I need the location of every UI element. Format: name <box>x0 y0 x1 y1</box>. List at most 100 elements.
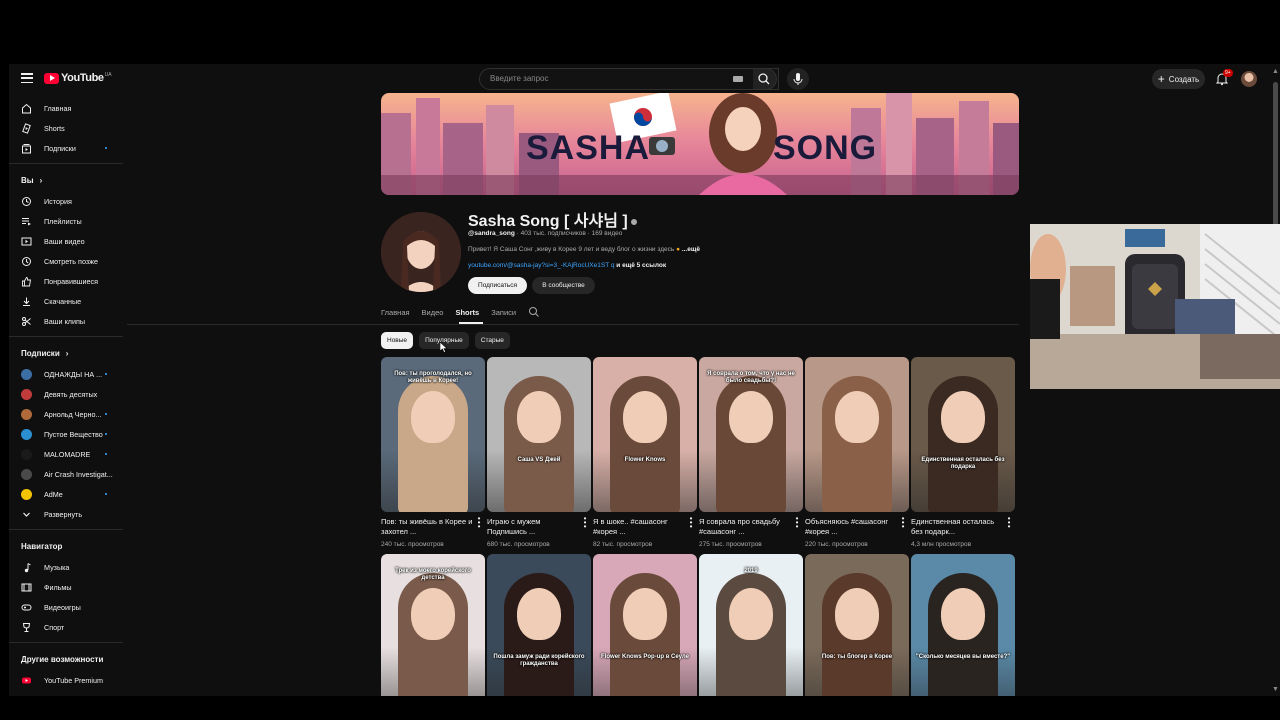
tab-3[interactable]: Записи <box>491 304 516 322</box>
short-card[interactable]: Единственная осталась без подарка Единств… <box>911 357 1015 548</box>
sidebar-item-you-5[interactable]: Скачанные <box>9 291 127 311</box>
tabs-divider <box>127 324 1019 325</box>
menu-icon[interactable] <box>21 73 33 84</box>
sidebar-item-label: Ваши видео <box>44 236 85 246</box>
short-thumbnail[interactable]: Я соврала о том, что у нас не было свадь… <box>699 357 803 512</box>
short-card[interactable]: Flower Knows Pop-up в Сеуле <box>593 554 697 696</box>
more-from-youtube-heading: Другие возможности <box>21 654 104 664</box>
channel-description[interactable]: Привет! Я Саша Сонг ,живу в Корее 9 лет … <box>468 246 700 253</box>
short-card[interactable]: Flower Knows Я в шоке.. #сашасонг #корея … <box>593 357 697 548</box>
sidebar-item-you-3[interactable]: Смотреть позже <box>9 251 127 271</box>
sidebar-item-you-0[interactable]: История <box>9 191 127 211</box>
short-title[interactable]: Я в шоке.. #сашасонг #корея ... <box>593 517 685 537</box>
short-card[interactable]: "Сколько месяцев вы вместе?" <box>911 554 1015 696</box>
more-options-icon[interactable]: • • • <box>1006 515 1012 531</box>
short-thumbnail[interactable]: Пов: ты проголодался, но живёшь в Корее! <box>381 357 485 512</box>
short-title[interactable]: Объясняюсь #сашасонг #корея ... <box>805 517 897 537</box>
subscribe-button[interactable]: Подписаться <box>468 277 527 294</box>
scroll-up-icon[interactable]: ▲ <box>1272 68 1279 75</box>
sort-chip-2[interactable]: Старые <box>474 332 510 349</box>
sidebar-item-navigator-3[interactable]: Спорт <box>9 617 127 637</box>
you-section-heading[interactable]: Вы › <box>9 169 127 191</box>
more-links[interactable]: и ещё 5 ссылок <box>614 262 666 269</box>
sidebar-item-you-6[interactable]: Ваши клипы <box>9 311 127 331</box>
short-card[interactable]: Саша VS Джей Играю с мужем Подпишись ... 6… <box>487 357 591 548</box>
sidebar-item-main-2[interactable]: Подписки <box>9 138 127 158</box>
account-avatar[interactable] <box>1241 71 1257 87</box>
short-card[interactable]: Трек из моего корейского детства <box>381 554 485 696</box>
subscriptions-heading-label: Подписки <box>21 348 60 358</box>
short-card[interactable]: Пов: ты проголодался, но живёшь в Корее!… <box>381 357 485 548</box>
sidebar-item-label: Плейлисты <box>44 216 82 226</box>
mic-icon <box>793 73 803 85</box>
sidebar-item-more-1[interactable]: Творческая студи... <box>9 690 127 697</box>
tab-2[interactable]: Shorts <box>455 304 479 322</box>
short-thumbnail[interactable]: Flower Knows Pop-up в Сеуле <box>593 554 697 696</box>
sidebar-item-subscription-0[interactable]: ОДНАЖДЫ НА ... <box>9 364 127 384</box>
short-card[interactable]: 2019 <box>699 554 803 696</box>
short-thumbnail[interactable] <box>805 357 909 512</box>
short-card[interactable]: Пов: ты блогер в Корее <box>805 554 909 696</box>
more-options-icon[interactable]: • • • <box>794 515 800 531</box>
short-thumbnail[interactable]: Единственная осталась без подарка <box>911 357 1015 512</box>
notifications-button[interactable]: 9+ <box>1215 69 1233 86</box>
sidebar-item-you-2[interactable]: Ваши видео <box>9 231 127 251</box>
more-options-icon[interactable]: • • • <box>476 515 482 531</box>
tab-0[interactable]: Главная <box>381 304 410 322</box>
sidebar-item-label: Shorts <box>44 123 65 133</box>
sidebar-item-main-0[interactable]: Главная <box>9 98 127 118</box>
channel-link[interactable]: youtube.com/@sasha-jay?si=3_-KAjRocUXe1S… <box>468 262 614 269</box>
sidebar-item-main-1[interactable]: Shorts <box>9 118 127 138</box>
sidebar-item-subscription-2[interactable]: Арнольд Черно... <box>9 404 127 424</box>
short-card[interactable]: Я соврала о том, что у нас не было свадь… <box>699 357 803 548</box>
short-views: 240 тыс. просмотров <box>381 541 444 548</box>
short-title[interactable]: Единственная осталась без подарк... <box>911 517 1003 537</box>
sidebar-item-you-1[interactable]: Плейлисты <box>9 211 127 231</box>
more-options-icon[interactable]: • • • <box>900 515 906 531</box>
expand-subscriptions-button[interactable]: Развернуть <box>9 504 127 524</box>
search-button[interactable] <box>753 68 777 90</box>
sidebar-item-label: Ваши клипы <box>44 316 86 326</box>
sidebar-item-subscription-6[interactable]: AdMe <box>9 484 127 504</box>
subscriptions-heading[interactable]: Подписки › <box>9 342 127 364</box>
short-thumbnail[interactable]: Пошла замуж ради корейского гражданства <box>487 554 591 696</box>
short-thumbnail[interactable]: Трек из моего корейского детства <box>381 554 485 696</box>
search-input[interactable]: Введите запрос <box>479 68 779 90</box>
sidebar-item-you-4[interactable]: Понравившиеся <box>9 271 127 291</box>
short-card[interactable]: Объясняюсь #сашасонг #корея ... 220 тыс. … <box>805 357 909 548</box>
short-thumbnail[interactable]: "Сколько месяцев вы вместе?" <box>911 554 1015 696</box>
sidebar-item-navigator-0[interactable]: Музыка <box>9 557 127 577</box>
sidebar-item-more-0[interactable]: YouTube Premium <box>9 670 127 690</box>
sidebar-divider <box>9 642 123 643</box>
community-button[interactable]: В сообществе <box>532 277 595 294</box>
short-views: 4,3 млн просмотров <box>911 541 972 548</box>
sidebar-item-subscription-4[interactable]: MALOMADRE <box>9 444 127 464</box>
short-card[interactable]: Пошла замуж ради корейского гражданства <box>487 554 591 696</box>
keyboard-icon[interactable] <box>733 76 743 82</box>
history-icon <box>21 196 32 207</box>
channel-avatar[interactable] <box>381 212 461 292</box>
youtube-logo[interactable]: YouTube UA <box>44 72 112 84</box>
sidebar-item-subscription-5[interactable]: Air Crash Investigat... <box>9 464 127 484</box>
short-title[interactable]: Играю с мужем Подпишись ... <box>487 517 579 537</box>
sort-chip-0[interactable]: Новые <box>381 332 414 349</box>
short-thumbnail[interactable]: 2019 <box>699 554 803 696</box>
short-thumbnail[interactable]: Саша VS Джей <box>487 357 591 512</box>
create-button[interactable]: + Создать <box>1152 69 1205 89</box>
scrollbar-thumb[interactable] <box>1273 82 1278 232</box>
more-options-icon[interactable]: • • • <box>688 515 694 531</box>
tab-1[interactable]: Видео <box>422 304 444 322</box>
scroll-down-icon[interactable]: ▼ <box>1272 686 1279 693</box>
sidebar-item-subscription-3[interactable]: Пустое Вещество <box>9 424 127 444</box>
short-title[interactable]: Я соврала про свадьбу #сашасонг ... <box>699 517 791 537</box>
short-thumbnail[interactable]: Пов: ты блогер в Корее <box>805 554 909 696</box>
voice-search-button[interactable] <box>787 68 809 90</box>
description-more[interactable]: ...ещё <box>682 246 700 253</box>
short-title[interactable]: Пов: ты живёшь в Корее и захотел ... <box>381 517 473 537</box>
sidebar-item-navigator-1[interactable]: Фильмы <box>9 577 127 597</box>
short-thumbnail[interactable]: Flower Knows <box>593 357 697 512</box>
channel-search-icon[interactable] <box>528 303 540 323</box>
more-options-icon[interactable]: • • • <box>582 515 588 531</box>
sidebar-item-subscription-1[interactable]: Девять десятых <box>9 384 127 404</box>
sidebar-item-navigator-2[interactable]: Видеоигры <box>9 597 127 617</box>
